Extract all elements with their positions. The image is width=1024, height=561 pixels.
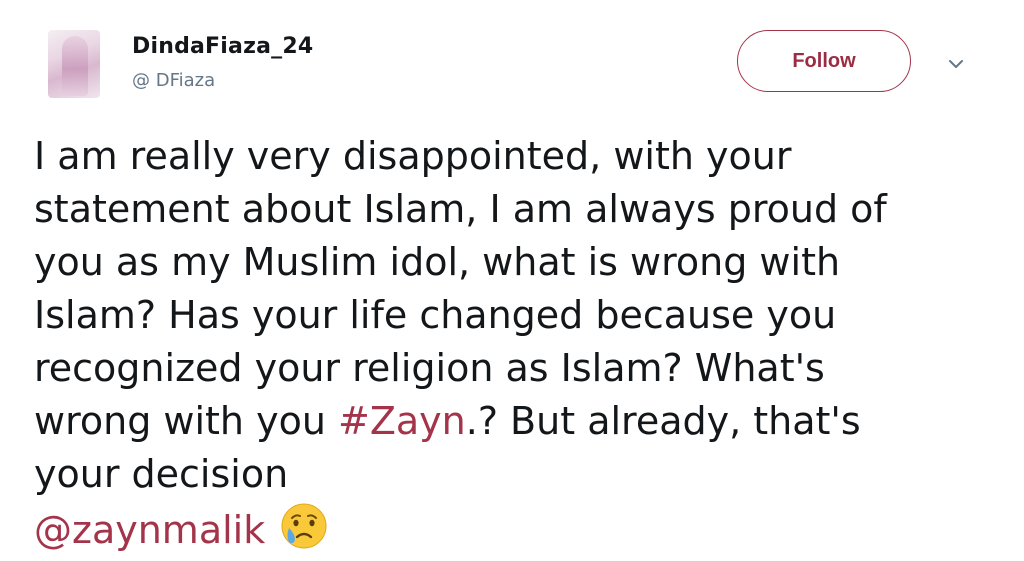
tweet-line: recognized your religion as Islam? What'…	[34, 346, 825, 390]
follow-button[interactable]: Follow	[737, 30, 911, 92]
avatar-figure	[62, 36, 88, 96]
tweet-line: @zaynmalik	[34, 501, 994, 557]
tweet-line: I am really very disappointed, with your	[34, 134, 792, 178]
avatar[interactable]	[48, 30, 100, 98]
chevron-down-icon[interactable]	[946, 54, 966, 74]
tweet-text-segment: wrong with you	[34, 399, 338, 443]
tweet-line: Islam? Has your life changed because you	[34, 293, 837, 337]
tweet-line: you as my Muslim idol, what is wrong wit…	[34, 240, 841, 284]
crying-face-icon	[281, 503, 327, 549]
tweet-line: your decision	[34, 452, 289, 496]
hashtag-link[interactable]: #Zayn	[338, 399, 466, 443]
display-name[interactable]: DindaFiaza_24	[132, 34, 313, 59]
tweet-text: I am really very disappointed, with your…	[34, 130, 994, 557]
tweet-text-segment: .? But already, that's	[465, 399, 861, 443]
mention-link[interactable]: @zaynmalik	[34, 508, 265, 552]
tweet-line: statement about Islam, I am always proud…	[34, 187, 887, 231]
tweet-line: wrong with you #Zayn.? But already, that…	[34, 395, 994, 448]
user-handle[interactable]: @ DFiaza	[132, 70, 215, 91]
